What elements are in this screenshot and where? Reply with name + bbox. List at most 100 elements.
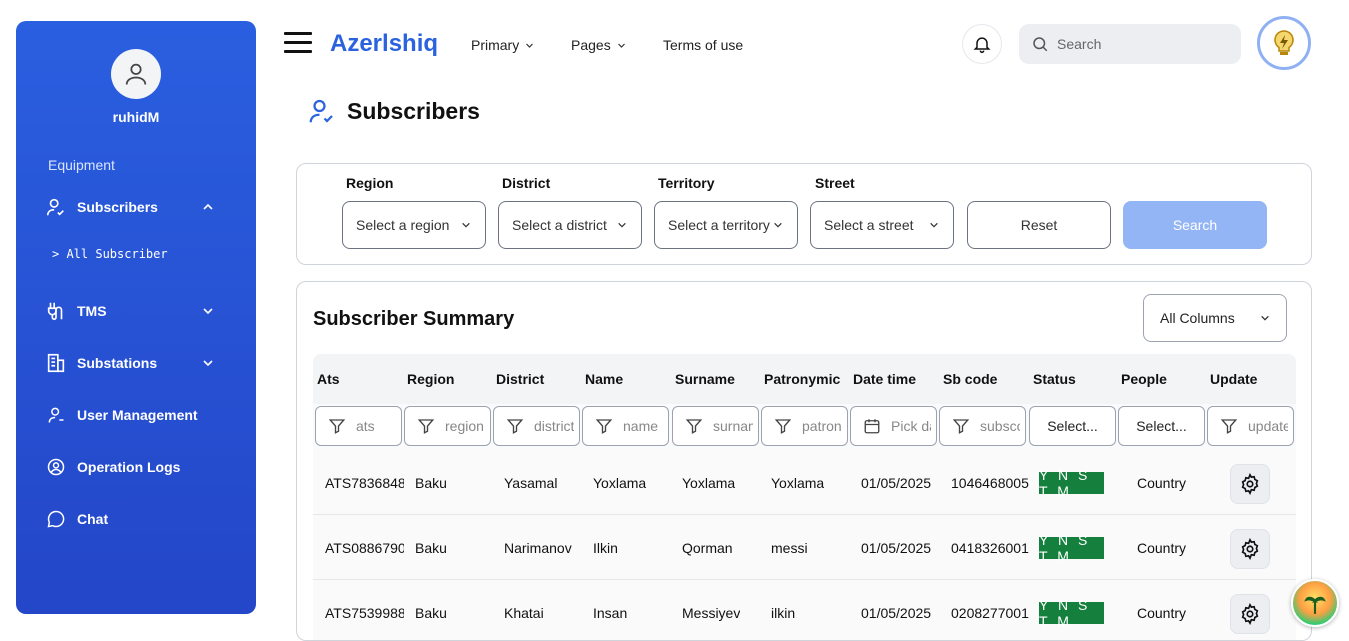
sidebar-item-tms[interactable]: TMS (44, 297, 214, 325)
sidebar-item-subscribers[interactable]: Subscribers (44, 193, 214, 221)
cell-name: Ilkin (593, 540, 618, 556)
region-filter-input[interactable]: region (404, 406, 491, 446)
filter-placeholder: subscode (980, 418, 1020, 434)
user-icon (44, 403, 68, 427)
update-settings-button[interactable] (1230, 594, 1270, 634)
search-icon (1033, 37, 1048, 52)
street-select-value: Select a street (824, 217, 914, 233)
table-row[interactable]: ATS783684844 Baku Yasamal Yoxlama Yoxlam… (313, 450, 1296, 515)
summary-title: Subscriber Summary (313, 308, 515, 330)
nav-pages[interactable]: Pages (571, 37, 626, 53)
column-header[interactable]: Patronymic (764, 371, 840, 387)
cell-name: Insan (593, 605, 628, 621)
nav-terms-of-use[interactable]: Terms of use (663, 37, 743, 53)
district-label: District (502, 175, 551, 191)
sidebar-item-label: Chat (77, 511, 109, 527)
nav-label: Pages (571, 37, 611, 53)
column-header[interactable]: Status (1033, 371, 1076, 387)
surname-filter-input[interactable]: surname (672, 406, 759, 446)
hamburger-menu-icon[interactable] (284, 32, 312, 56)
update-settings-button[interactable] (1230, 464, 1270, 504)
column-header[interactable]: Surname (675, 371, 735, 387)
sbcode-filter-input[interactable]: subscode (939, 406, 1026, 446)
user-check-icon (44, 195, 68, 219)
name-filter-input[interactable]: name (582, 406, 669, 446)
region-select[interactable]: Select a region (342, 201, 486, 249)
sidebar-item-chat[interactable]: Chat (44, 505, 214, 533)
cell-name: Yoxlama (593, 475, 647, 491)
column-header[interactable]: Ats (317, 371, 340, 387)
cell-region: Baku (415, 605, 447, 621)
top-bar: Azerlshiq Primary Pages Terms of use (282, 16, 1322, 70)
column-header[interactable]: Name (585, 371, 623, 387)
cell-people: Country (1137, 475, 1187, 491)
sidebar-item-user-management[interactable]: User Management (44, 401, 214, 429)
search-button[interactable]: Search (1123, 201, 1267, 249)
table-row[interactable]: ATS088679033 Baku Narimanov Ilkin Qorman… (313, 515, 1296, 580)
column-header[interactable]: Date time (853, 371, 916, 387)
reset-button[interactable]: Reset (967, 201, 1111, 249)
calendar-icon (864, 419, 880, 434)
cell-ats: ATS753998871 (325, 605, 404, 621)
column-header[interactable]: Region (407, 371, 454, 387)
column-header[interactable]: Sb code (943, 371, 997, 387)
chevron-down-icon (1261, 315, 1269, 321)
notifications-button[interactable] (962, 24, 1002, 64)
status-filter-select[interactable]: Select... (1029, 406, 1116, 446)
filter-placeholder: region (445, 418, 484, 434)
header-search (1019, 24, 1241, 64)
column-header[interactable]: Update (1210, 371, 1257, 387)
nav-label: Primary (471, 37, 520, 53)
brand-title[interactable]: Azerlshiq (330, 30, 438, 58)
people-filter-select[interactable]: Select... (1118, 406, 1205, 446)
chevron-down-icon (617, 43, 625, 48)
cell-surname: Qorman (682, 540, 733, 556)
column-header[interactable]: District (496, 371, 544, 387)
district-filter-input[interactable]: district (493, 406, 580, 446)
territory-label: Territory (658, 175, 715, 191)
cell-people: Country (1137, 540, 1187, 556)
sidebar-item-label: TMS (77, 303, 107, 319)
palm-tree-icon (1304, 596, 1326, 614)
section-label-equipment: Equipment (48, 157, 115, 173)
chevron-down-icon (526, 43, 534, 48)
district-select[interactable]: Select a district (498, 201, 642, 249)
company-logo[interactable] (1257, 16, 1311, 70)
cell-surname: Messiyev (682, 605, 741, 621)
gear-icon (1241, 603, 1259, 625)
filter-placeholder: Select... (1047, 418, 1098, 434)
subscriber-summary-card: Subscriber Summary All Columns Ats Regio… (296, 281, 1312, 641)
filter-panel: Region District Territory Street Select … (296, 163, 1312, 265)
update-settings-button[interactable] (1230, 529, 1270, 569)
street-select[interactable]: Select a street (810, 201, 954, 249)
lightbulb-logo-icon (1274, 30, 1294, 55)
column-header[interactable]: People (1121, 371, 1167, 387)
status-badge: Y N S T M (1039, 532, 1104, 564)
patronymic-filter-input[interactable]: patronymic (761, 406, 848, 446)
table-row[interactable]: ATS753998871 Baku Khatai Insan Messiyev … (313, 580, 1296, 640)
cell-sb-code: 0208277001 (951, 605, 1029, 621)
cell-sb-code: 1046468005 (951, 475, 1029, 491)
date-filter-input[interactable]: Pick date (850, 406, 937, 446)
sidebar-subitem-all-subscriber[interactable]: > All Subscriber (52, 247, 168, 261)
filter-icon (328, 419, 346, 434)
filter-icon (506, 419, 524, 434)
district-select-value: Select a district (512, 217, 607, 233)
territory-select-value: Select a territory (668, 217, 770, 233)
filter-placeholder: update (1248, 418, 1288, 434)
avatar[interactable] (111, 49, 161, 99)
territory-select[interactable]: Select a territory (654, 201, 798, 249)
update-filter-input[interactable]: update (1207, 406, 1294, 446)
chevron-down-icon (202, 304, 214, 320)
sidebar-item-substations[interactable]: Substations (44, 349, 214, 377)
chevron-up-icon (202, 200, 214, 216)
floating-assistant-icon[interactable] (1291, 579, 1339, 627)
columns-select[interactable]: All Columns (1143, 294, 1287, 342)
chevron-down-icon (202, 356, 214, 372)
sidebar-item-operation-logs[interactable]: Operation Logs (44, 453, 214, 481)
search-input[interactable] (1057, 36, 1217, 52)
cell-district: Khatai (504, 605, 544, 621)
ats-filter-input[interactable]: ats (315, 406, 402, 446)
status-badge: Y N S T M (1039, 467, 1104, 499)
nav-primary[interactable]: Primary (471, 37, 534, 53)
